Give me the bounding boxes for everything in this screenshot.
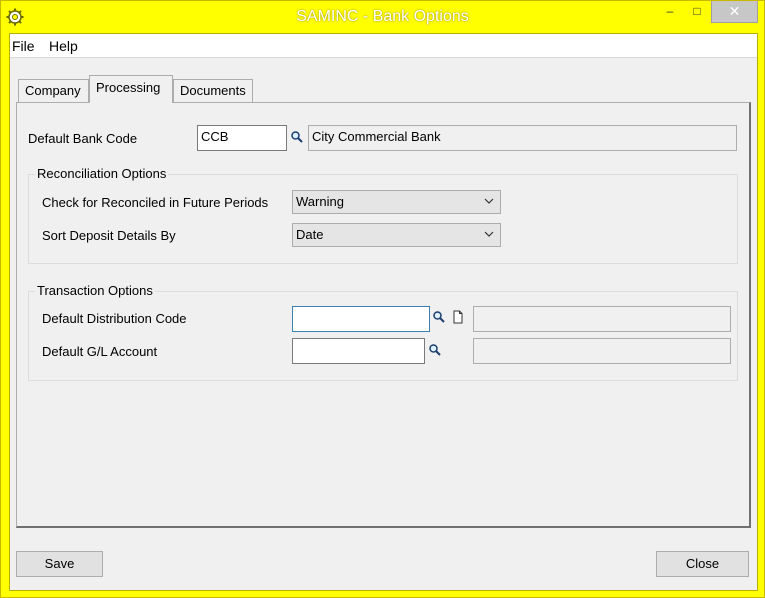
distribution-code-finder-icon[interactable]: [432, 310, 446, 324]
save-button[interactable]: Save: [16, 551, 103, 577]
menu-bar: File Help: [10, 34, 757, 58]
gl-account-finder-icon[interactable]: [428, 343, 442, 357]
processing-tab-panel: Default Bank Code CCB City Commercial Ba…: [16, 102, 751, 528]
chevron-down-icon: [484, 193, 494, 212]
reconciliation-options-group: [28, 174, 738, 264]
close-window-button[interactable]: ✕: [711, 1, 758, 23]
transaction-options-group: [28, 291, 738, 381]
menu-file[interactable]: File: [12, 38, 35, 54]
window-title: SAMINC - Bank Options: [296, 8, 469, 25]
default-distribution-code-field[interactable]: [292, 306, 430, 332]
default-gl-account-label: Default G/L Account: [42, 344, 158, 359]
default-bank-name-field: City Commercial Bank: [308, 125, 737, 151]
title-bar[interactable]: SAMINC - Bank Options ‒ □ ✕: [1, 1, 764, 33]
sort-deposit-details-label: Sort Deposit Details By: [42, 228, 176, 243]
reconciliation-options-title: Reconciliation Options: [35, 166, 169, 181]
transaction-options-title: Transaction Options: [35, 283, 155, 298]
close-button[interactable]: Close: [656, 551, 749, 577]
check-future-periods-select[interactable]: Warning: [292, 190, 501, 214]
bank-options-window: SAMINC - Bank Options ‒ □ ✕ File Help Co…: [0, 0, 765, 598]
menu-help[interactable]: Help: [49, 38, 78, 54]
default-bank-code-label: Default Bank Code: [28, 131, 138, 146]
gl-account-description-field: [473, 338, 731, 364]
tab-documents[interactable]: Documents: [173, 79, 253, 102]
default-gl-account-field[interactable]: [292, 338, 425, 364]
distribution-code-description-field: [473, 306, 731, 332]
maximize-button[interactable]: □: [684, 1, 710, 23]
check-future-periods-label: Check for Reconciled in Future Periods: [42, 195, 269, 210]
default-bank-code-field[interactable]: CCB: [197, 125, 287, 151]
minimize-button[interactable]: ‒: [657, 1, 683, 23]
tab-processing[interactable]: Processing: [89, 75, 173, 103]
default-distribution-code-label: Default Distribution Code: [42, 311, 187, 326]
tab-company[interactable]: Company: [18, 79, 89, 102]
check-future-periods-value: Warning: [296, 194, 344, 209]
window-client-area: File Help Company Processing Documents D…: [9, 33, 758, 591]
new-document-icon[interactable]: [451, 310, 465, 324]
chevron-down-icon: [484, 226, 494, 245]
bank-code-finder-icon[interactable]: [290, 130, 304, 144]
sort-deposit-details-value: Date: [296, 227, 324, 242]
sort-deposit-details-select[interactable]: Date: [292, 223, 501, 247]
